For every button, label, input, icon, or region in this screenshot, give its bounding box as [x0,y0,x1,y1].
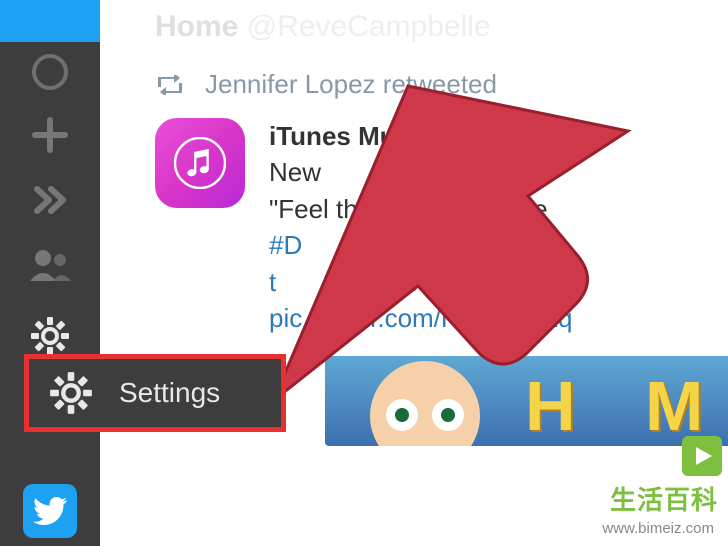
sidebar-item-expand[interactable] [0,167,100,232]
retweet-icon [155,75,185,95]
sidebar-item-home[interactable] [0,0,100,42]
plus-icon [29,114,71,156]
tweet-avatar[interactable] [155,118,245,208]
column-header: Home @ReveCampbelle [100,0,728,49]
sidebar [0,0,100,546]
twitter-bird-icon [33,497,67,525]
gear-icon [49,371,93,415]
profile-avatar-icon [32,54,68,90]
gear-icon [30,316,70,356]
watermark-cn: 生活百科 [610,480,718,517]
instruction-arrow-icon [258,56,638,416]
chevrons-right-icon [29,179,71,221]
settings-highlight[interactable]: Settings [24,354,286,432]
header-title: Home [155,10,238,43]
watermark-url: www.bimeiz.com [598,519,718,538]
itunes-icon [174,137,226,189]
watermark-play-icon [682,436,722,476]
sidebar-item-add[interactable] [0,102,100,167]
watermark: 生活百科 www.bimeiz.com [528,480,728,538]
settings-label: Settings [119,377,220,409]
sidebar-item-profile[interactable] [0,42,100,102]
header-handle: @ReveCampbelle [247,10,491,43]
people-icon [27,247,73,283]
sidebar-item-twitter[interactable] [0,476,100,546]
sidebar-item-people[interactable] [0,232,100,297]
